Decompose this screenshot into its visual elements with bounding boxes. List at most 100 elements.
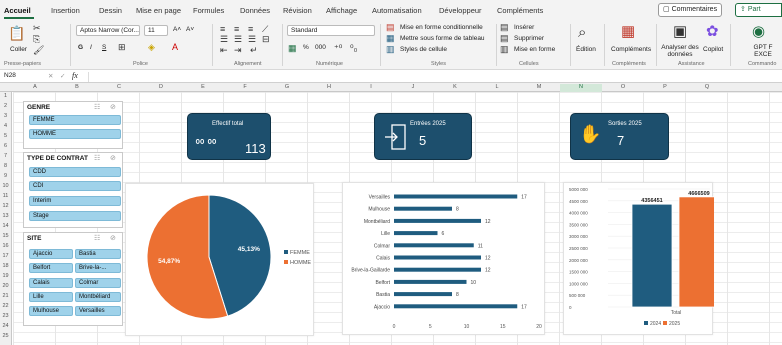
align-center-icon[interactable]: ☰	[234, 34, 242, 45]
cancel-entry-icon[interactable]: ✕	[48, 72, 53, 80]
slicer-item-bastia[interactable]: Bastia	[75, 249, 121, 259]
increase-decimal-icon[interactable]: ⁺⁰	[334, 43, 342, 54]
format-cells-icon[interactable]: ▥	[500, 44, 509, 55]
row-header[interactable]: 18	[0, 263, 11, 269]
row-header[interactable]: 7	[0, 153, 11, 159]
column-header[interactable]: E	[182, 84, 224, 90]
column-header[interactable]: P	[644, 84, 686, 90]
column-header[interactable]: F	[224, 84, 266, 90]
clear-filter-icon[interactable]: ⊘	[110, 103, 116, 111]
font-shrink-button[interactable]: A˅	[186, 26, 194, 33]
addins-icon[interactable]: ▦	[621, 22, 635, 40]
merge-cells-icon[interactable]: ⊟	[262, 34, 270, 45]
edit-button[interactable]: Édition	[576, 46, 596, 53]
font-grow-button[interactable]: A˄	[173, 26, 181, 33]
copy-icon[interactable]: ⎘	[33, 34, 40, 45]
column-chart-totals[interactable]: 0 500 000 1000 000 1500 000 2000 000 2500 000…	[563, 182, 720, 335]
row-header[interactable]: 6	[0, 143, 11, 149]
conditional-format-button[interactable]: Mise en forme conditionnelle	[400, 24, 483, 31]
tab-revision[interactable]: Révision	[283, 6, 312, 15]
column-header[interactable]: O	[602, 84, 644, 90]
slicer-item-belfort[interactable]: Belfort	[29, 263, 73, 273]
italic-button[interactable]: I	[90, 44, 92, 51]
tab-automatisation[interactable]: Automatisation	[372, 6, 422, 15]
slicer-item-stage[interactable]: Stage	[29, 211, 121, 221]
row-header[interactable]: 1	[0, 93, 11, 99]
row-header[interactable]: 15	[0, 233, 11, 239]
cut-icon[interactable]: ✂	[33, 23, 41, 34]
tab-donnees[interactable]: Données	[240, 6, 270, 15]
row-header[interactable]: 24	[0, 323, 11, 329]
cell-styles-button[interactable]: Styles de cellule	[400, 46, 447, 53]
slicer-item-colmar[interactable]: Colmar	[75, 278, 121, 288]
confirm-entry-icon[interactable]: ✓	[60, 72, 65, 80]
gpt-addin-icon[interactable]: ◉	[752, 22, 765, 40]
insert-icon[interactable]: ▤	[500, 22, 509, 33]
slicer-item-femme[interactable]: FEMME	[29, 115, 121, 125]
table-format-icon[interactable]: ▦	[386, 33, 395, 44]
column-header[interactable]: A	[14, 84, 56, 90]
copilot-button[interactable]: Copilot	[703, 46, 723, 53]
column-header[interactable]: J	[392, 84, 434, 90]
analyze-data-icon[interactable]: ▣	[673, 22, 687, 40]
column-header[interactable]: C	[98, 84, 140, 90]
column-header[interactable]: L	[476, 84, 518, 90]
row-header[interactable]: 19	[0, 273, 11, 279]
tab-developpeur[interactable]: Développeur	[439, 6, 482, 15]
row-header[interactable]: 2	[0, 103, 11, 109]
comments-button[interactable]: ▢ Commentaires	[658, 3, 723, 17]
number-format-dropdown[interactable]: Standard	[287, 25, 375, 36]
underline-button[interactable]: S	[102, 44, 106, 51]
multi-select-icon[interactable]: ☷	[94, 103, 100, 111]
font-name-dropdown[interactable]: Aptos Narrow (Cor...	[76, 25, 140, 36]
column-header[interactable]: N	[560, 84, 602, 92]
table-format-button[interactable]: Mettre sous forme de tableau	[400, 35, 485, 42]
row-header[interactable]: 8	[0, 163, 11, 169]
slicer-item-cdi[interactable]: CDI	[29, 181, 121, 191]
row-header[interactable]: 20	[0, 283, 11, 289]
align-top-icon[interactable]: ≡	[220, 24, 225, 34]
column-header[interactable]: B	[56, 84, 98, 90]
delete-button[interactable]: Supprimer	[514, 35, 544, 42]
delete-icon[interactable]: ▤	[500, 33, 509, 44]
tab-affichage[interactable]: Affichage	[326, 6, 357, 15]
paste-icon[interactable]: 📋	[8, 25, 25, 42]
accounting-format-icon[interactable]: ▦	[288, 43, 297, 54]
align-right-icon[interactable]: ☰	[248, 34, 256, 45]
row-header[interactable]: 9	[0, 173, 11, 179]
tab-mise-en-page[interactable]: Mise en page	[136, 6, 181, 15]
format-painter-icon[interactable]: 🖌	[33, 45, 44, 56]
slicer-item-ajaccio[interactable]: Ajaccio	[29, 249, 73, 259]
bar-chart-sites[interactable]: Versailles 17 Mulhouse 8 Montbéliard 12 Lille 6…	[342, 182, 545, 335]
row-header[interactable]: 5	[0, 133, 11, 139]
paste-label[interactable]: Coller	[10, 46, 27, 53]
formula-input[interactable]	[88, 72, 778, 82]
clear-filter-icon[interactable]: ⊘	[110, 234, 116, 242]
slicer-item-mulhouse[interactable]: Mulhouse	[29, 306, 73, 316]
row-header[interactable]: 13	[0, 213, 11, 219]
tab-accueil[interactable]: Accueil	[4, 6, 31, 15]
insert-button[interactable]: Insérer	[514, 24, 534, 31]
percent-button[interactable]: %	[303, 44, 309, 51]
decrease-indent-icon[interactable]: ⇤	[220, 45, 228, 56]
slicer-item-cdd[interactable]: CDD	[29, 167, 121, 177]
column-header[interactable]: I	[350, 84, 392, 90]
share-button[interactable]: ⇪ Part	[735, 3, 782, 17]
conditional-format-icon[interactable]: ▤	[386, 22, 395, 33]
thousands-separator-button[interactable]: 000	[315, 44, 326, 51]
tab-dessin[interactable]: Dessin	[99, 6, 122, 15]
slicer-item-calais[interactable]: Calais	[29, 278, 73, 288]
column-header[interactable]: Q	[686, 84, 728, 90]
slicer-item-interim[interactable]: Interim	[29, 196, 121, 206]
tab-formules[interactable]: Formules	[193, 6, 224, 15]
column-header[interactable]: H	[308, 84, 350, 90]
row-header[interactable]: 25	[0, 333, 11, 339]
name-box[interactable]: N28	[4, 72, 16, 79]
row-header[interactable]: 10	[0, 183, 11, 189]
row-header[interactable]: 3	[0, 113, 11, 119]
align-middle-icon[interactable]: ≡	[234, 24, 239, 34]
slicer-item-versailles[interactable]: Versailles	[75, 306, 121, 316]
copilot-icon[interactable]: ✿	[706, 22, 719, 40]
bold-button[interactable]: G	[78, 44, 83, 51]
analyze-data-button[interactable]: Analyser des données	[660, 44, 700, 58]
